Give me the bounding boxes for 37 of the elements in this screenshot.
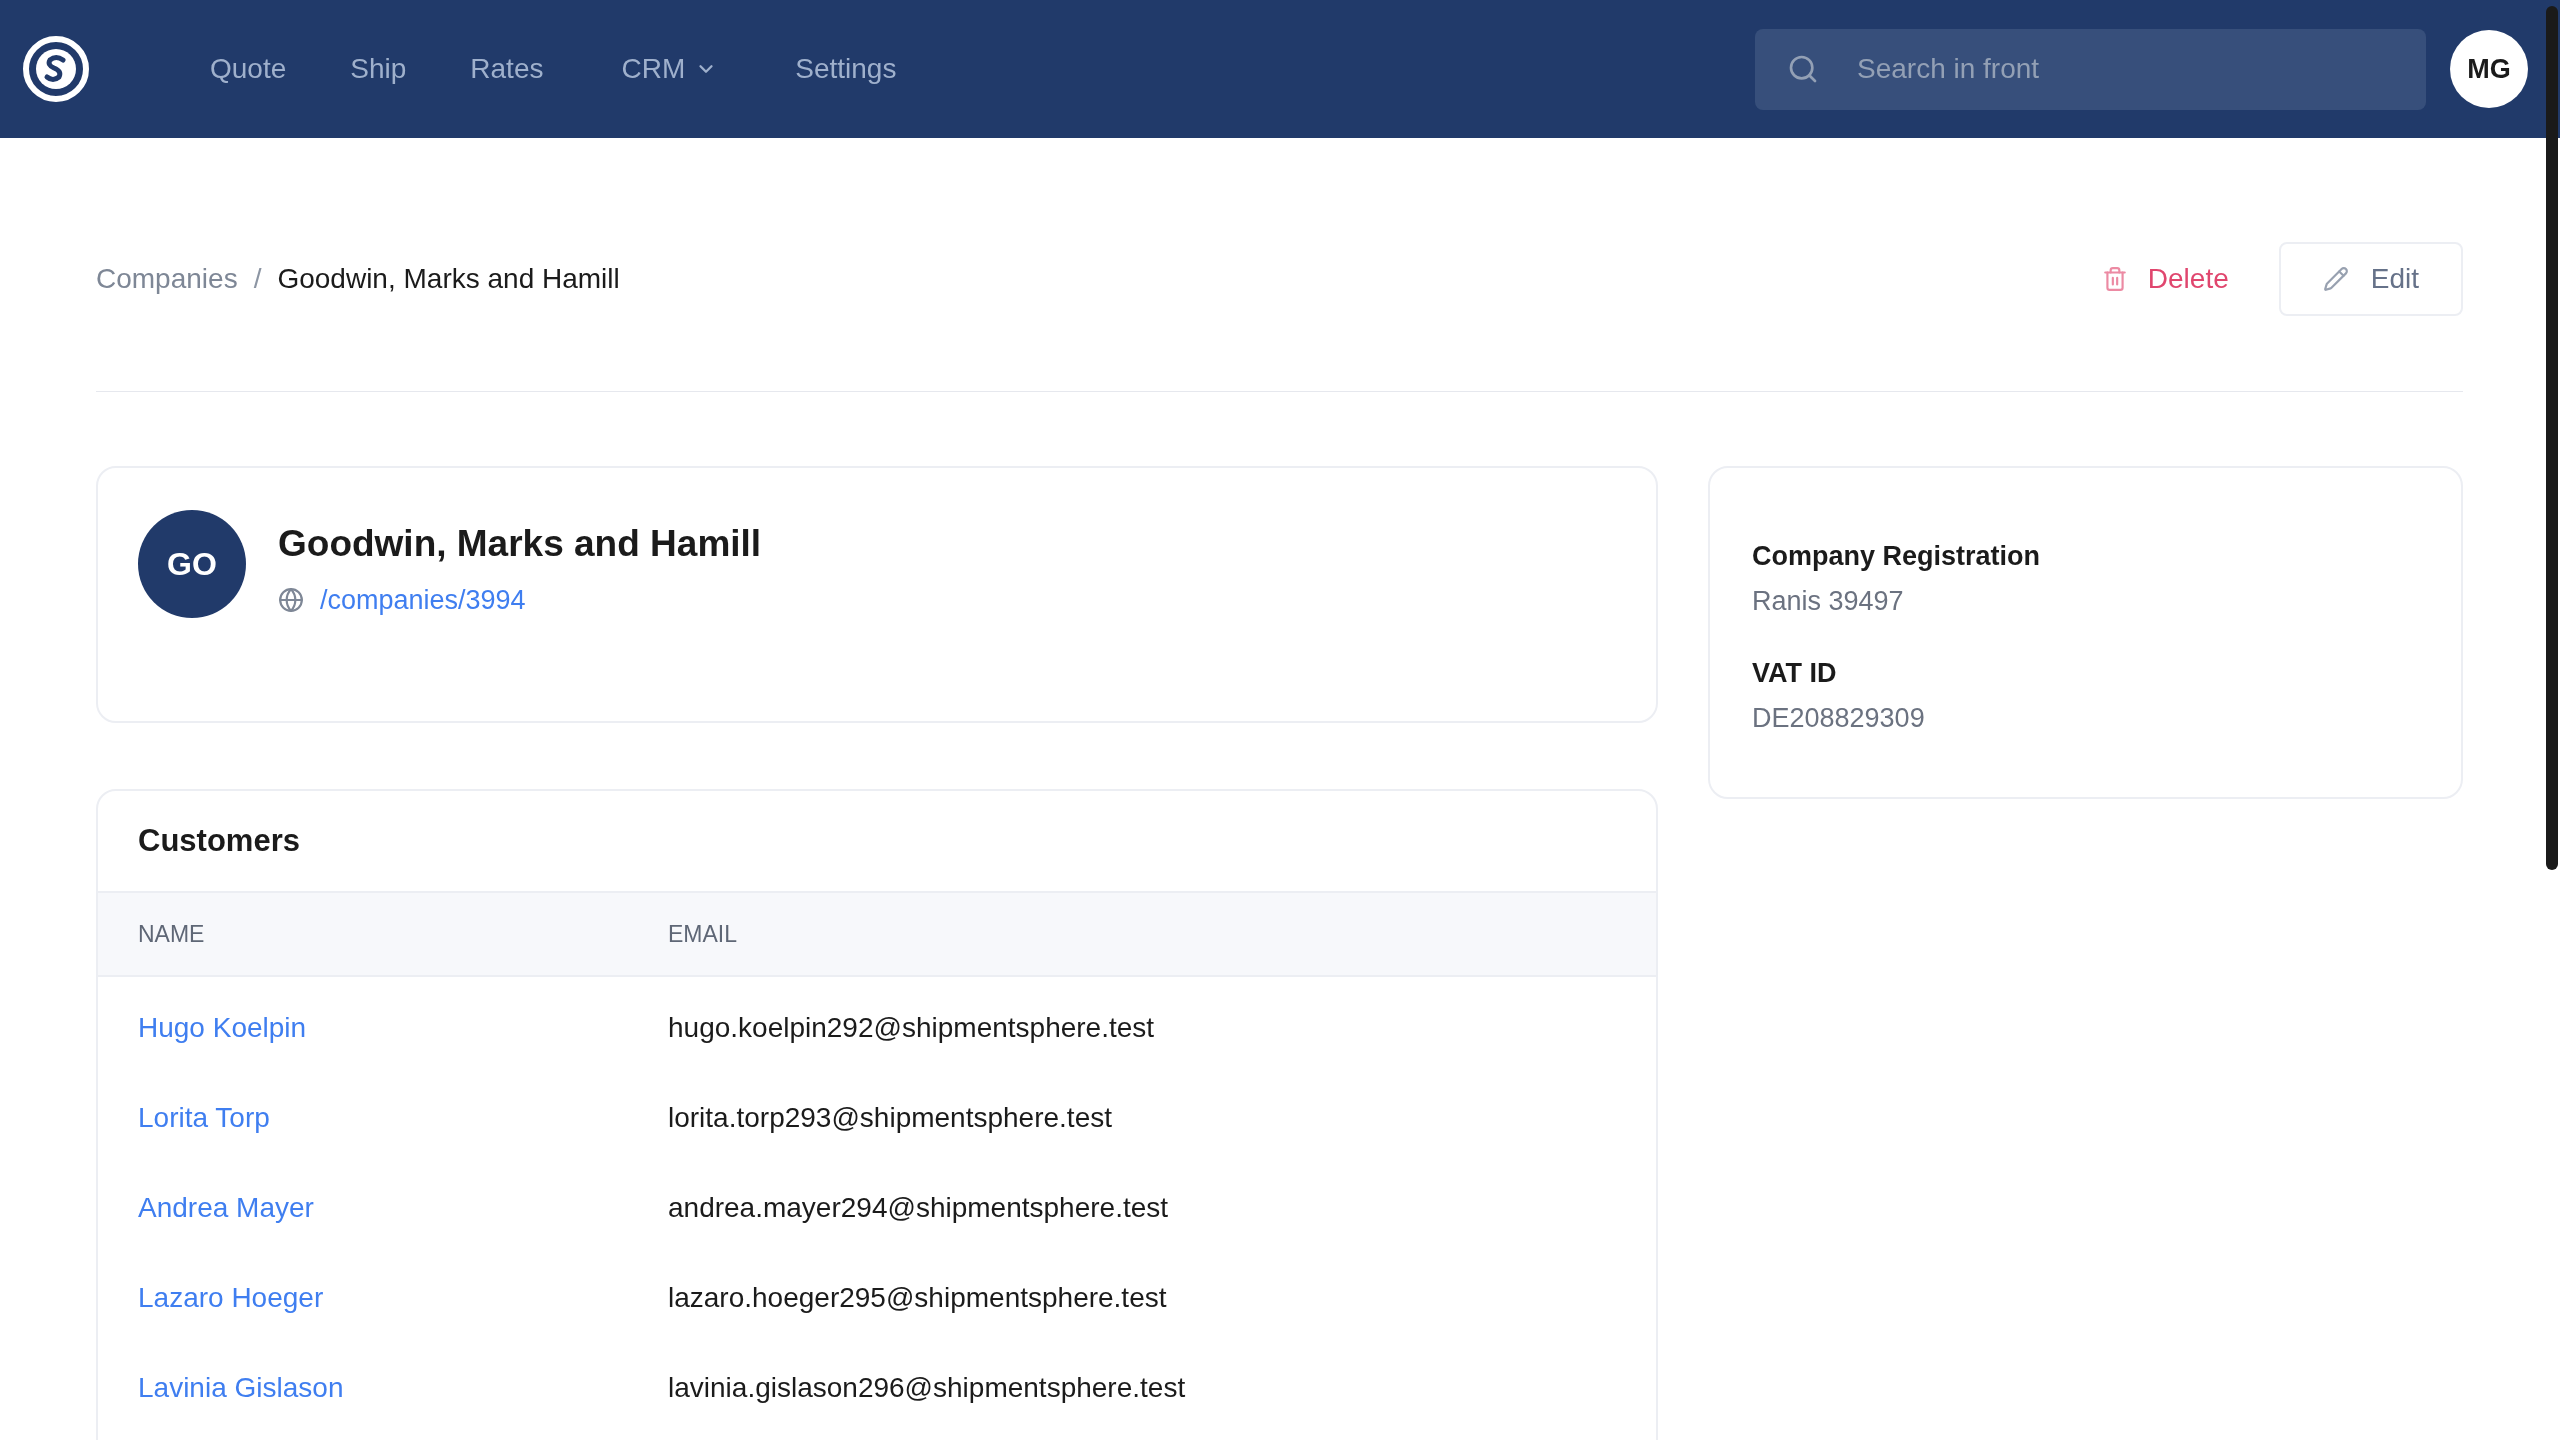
globe-icon xyxy=(278,586,304,613)
customer-email: lazaro.hoeger295@shipmentsphere.test xyxy=(668,1281,1167,1315)
column-header: NAME xyxy=(138,919,206,949)
nav-link[interactable]: Settings xyxy=(795,48,897,90)
customer-name-link[interactable]: Lazaro Hoeger xyxy=(138,1277,668,1319)
customer-name-link[interactable]: Hugo Koelpin xyxy=(138,1007,668,1049)
nav-link[interactable]: Ship xyxy=(350,48,407,90)
customer-name-link[interactable]: Lorita Torp xyxy=(138,1097,668,1139)
detail-value: DE208829309 xyxy=(1752,701,1926,735)
customer-email: hugo.koelpin292@shipmentsphere.test xyxy=(668,1011,1155,1045)
card-title: Customers xyxy=(137,821,301,860)
pencil-icon xyxy=(2322,265,2349,292)
customer-name-link[interactable]: Andrea Mayer xyxy=(138,1187,668,1229)
detail-label: Company Registration xyxy=(1752,540,2042,573)
company-link[interactable]: /companies/3994 xyxy=(320,579,526,620)
nav-link[interactable]: CRM xyxy=(621,48,718,90)
company-name: Goodwin, Marks and Hamill xyxy=(278,522,762,566)
breadcrumb-separator: / xyxy=(253,261,262,296)
breadcrumb-link[interactable]: Companies xyxy=(96,257,238,300)
customer-email: lorita.torp293@shipmentsphere.test xyxy=(668,1101,1112,1135)
nav-link[interactable]: Rates xyxy=(470,48,544,90)
customer-email: andrea.mayer294@shipmentsphere.test xyxy=(668,1191,1169,1225)
user-avatar[interactable]: MG xyxy=(2450,30,2528,108)
company-avatar: GO xyxy=(138,510,246,618)
customer-email: lavinia.gislason296@shipmentsphere.test xyxy=(668,1371,1186,1405)
search-field[interactable]: Search in front xyxy=(1755,28,2426,110)
detail-value: Ranis 39497 xyxy=(1752,584,1905,618)
scrollbar-thumb[interactable] xyxy=(2546,6,2558,870)
column-header: EMAIL xyxy=(668,919,738,949)
trash-icon xyxy=(2101,265,2128,292)
nav-link[interactable]: Quote xyxy=(210,48,287,90)
customer-name-link[interactable]: Lavinia Gislason xyxy=(138,1367,668,1409)
edit-button[interactable]: Edit xyxy=(2278,241,2463,316)
breadcrumb-current-page: Goodwin, Marks and Hamill xyxy=(277,261,620,296)
logo-icon[interactable] xyxy=(22,35,90,103)
delete-button[interactable]: Delete xyxy=(2101,257,2229,300)
detail-label: VAT ID xyxy=(1752,657,1838,690)
